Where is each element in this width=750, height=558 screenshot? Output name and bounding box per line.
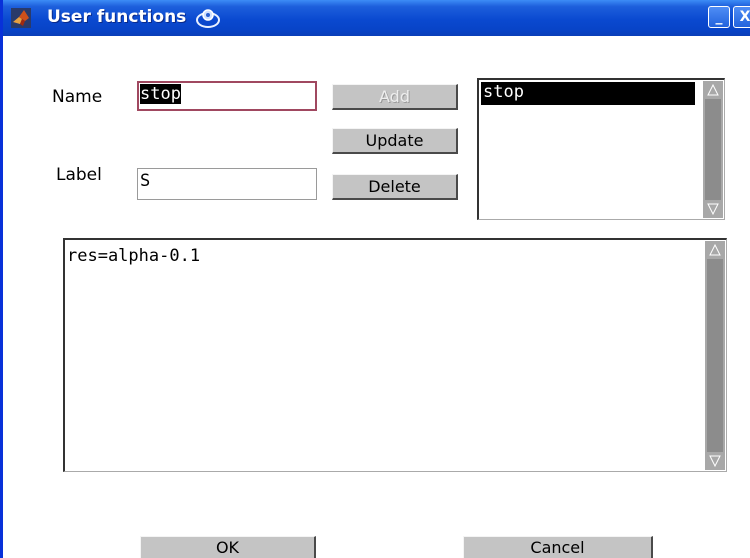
name-field[interactable]: stop	[137, 81, 317, 111]
user-functions-dialog: User functions _ X Name stop Label S Add…	[0, 0, 750, 558]
arrow-up-icon[interactable]	[706, 83, 720, 97]
editor-scrollbar[interactable]	[705, 241, 725, 470]
delete-button[interactable]: Delete	[332, 174, 458, 200]
ok-button[interactable]: OK	[140, 536, 316, 558]
function-code[interactable]: res=alpha-0.1	[67, 246, 200, 266]
window-title: User functions	[47, 7, 187, 27]
list-scrollbar[interactable]	[703, 81, 723, 218]
minimize-button[interactable]: _	[708, 6, 730, 28]
add-button[interactable]: Add	[332, 84, 458, 110]
editor-scroll-track[interactable]	[707, 259, 723, 452]
arrow-down-icon[interactable]	[706, 202, 720, 216]
function-editor[interactable]: res=alpha-0.1	[63, 238, 727, 472]
list-scroll-track[interactable]	[705, 99, 721, 200]
function-list[interactable]: stop	[477, 78, 725, 220]
matlab-logo-icon	[11, 8, 31, 28]
list-item[interactable]: stop	[481, 82, 695, 105]
title-bar[interactable]: User functions _ X	[3, 0, 750, 36]
cancel-button[interactable]: Cancel	[463, 536, 653, 558]
spiral-icon	[196, 9, 220, 28]
label-field-value: S	[140, 171, 151, 191]
arrow-down-icon[interactable]	[708, 454, 722, 468]
close-button[interactable]: X	[733, 6, 750, 28]
update-button[interactable]: Update	[332, 128, 458, 154]
name-label: Name	[52, 87, 103, 107]
arrow-up-icon[interactable]	[708, 243, 722, 257]
label-field[interactable]: S	[137, 168, 317, 200]
name-field-value: stop	[140, 84, 181, 104]
label-label: Label	[56, 165, 102, 185]
